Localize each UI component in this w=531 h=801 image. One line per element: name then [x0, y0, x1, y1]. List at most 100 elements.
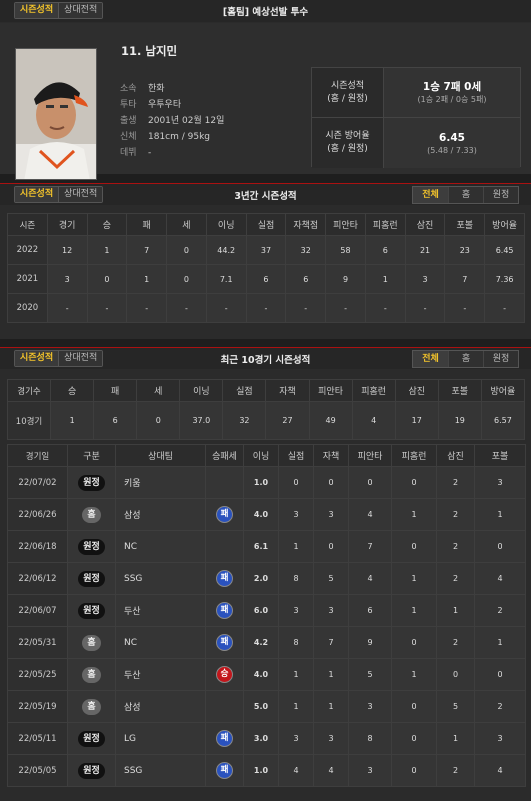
- stat-r: 3: [278, 594, 314, 627]
- stat-bb: 2: [474, 690, 526, 723]
- stat-hr: 1: [391, 658, 437, 691]
- table-cell: 2020: [7, 293, 48, 323]
- opponent-team: NC: [115, 626, 206, 659]
- table-row: 22/06/07 원정 두산 패 6.0 3 3 6 1 1 2: [7, 594, 526, 627]
- decision-cell: [205, 530, 244, 563]
- player-profile: 11. 남지민 소속 한화 투타 우투우타 출생 2001년 02월 12일 신체 18…: [0, 23, 531, 180]
- table-cell: 6: [285, 264, 327, 294]
- column-header: 이닝: [243, 444, 279, 467]
- table-cell: -: [484, 293, 525, 323]
- tab-season-stats[interactable]: 시즌성적: [15, 3, 60, 18]
- season-era-label-line1: 시즌 방어율: [325, 131, 370, 141]
- stat-hr: 1: [391, 594, 437, 627]
- column-header: 방어율: [480, 379, 526, 402]
- table-cell: 1: [364, 264, 406, 294]
- opponent-team: 두산: [115, 658, 206, 691]
- table-cell: -: [126, 293, 168, 323]
- column-header: 자책: [265, 379, 310, 402]
- decision-cell: 패: [205, 626, 244, 659]
- innings: 6.0: [243, 594, 279, 627]
- home-away-badge: 원정: [78, 762, 105, 779]
- season-record-main: 1승 7패 0세: [422, 81, 482, 93]
- table-cell: 32: [285, 235, 327, 265]
- column-header: 세: [136, 379, 181, 402]
- recent-summary-table: 경기수 승 패 세 이닝 실점 자책 피안타 피홈런 삼진 포볼 방어율 10경기 1 6 0 37.0 32 2…: [6, 379, 526, 440]
- season-record-sub: (1승 2패 / 0승 5패): [417, 95, 487, 104]
- opponent-team: 키움: [115, 466, 206, 499]
- recent-filter: 전체 홈 원정: [412, 350, 519, 368]
- game-type-cell: 원정: [67, 562, 116, 595]
- table-cell: 44.2: [205, 235, 247, 265]
- column-header: 방어율: [484, 213, 525, 236]
- table-cell: 2021: [7, 264, 48, 294]
- season-record-value: 1승 7패 0세 (1승 2패 / 0승 5패): [384, 68, 520, 117]
- stat-h: 3: [348, 754, 392, 787]
- recent-games-panel: 시즌성적 상대전적 최근 10경기 시즌성적 전체 홈 원정 경기수 승 패 세 이닝 실…: [0, 347, 531, 801]
- table-cell: 7: [444, 264, 486, 294]
- tab-head-to-head[interactable]: 상대전적: [59, 3, 103, 18]
- filter-home[interactable]: 홈: [448, 351, 483, 367]
- home-away-badge: 원정: [78, 730, 105, 747]
- game-type-cell: 원정: [67, 594, 116, 627]
- game-date: 22/05/11: [7, 722, 68, 755]
- filter-all[interactable]: 전체: [413, 351, 448, 367]
- team-value: 한화: [148, 84, 165, 94]
- column-header: 경기수: [6, 379, 52, 402]
- column-header: 포볼: [474, 444, 526, 467]
- home-away-badge: 원정: [78, 474, 105, 491]
- tab-head-to-head[interactable]: 상대전적: [59, 351, 103, 366]
- season-summary: 시즌성적 (홈 / 원정) 1승 7패 0세 (1승 2패 / 0승 5패) 시…: [311, 67, 521, 168]
- debut-value: -: [148, 148, 152, 158]
- filter-away[interactable]: 원정: [483, 187, 518, 203]
- stat-so: 2: [436, 562, 475, 595]
- innings: 1.0: [243, 754, 279, 787]
- column-header: 실점: [222, 379, 267, 402]
- decision-cell: [205, 690, 244, 723]
- table-cell: 19: [437, 401, 482, 440]
- filter-home[interactable]: 홈: [448, 187, 483, 203]
- stat-er: 3: [313, 594, 349, 627]
- home-away-badge: 원정: [78, 570, 105, 587]
- filter-all[interactable]: 전체: [413, 187, 448, 203]
- stat-so: 0: [436, 658, 475, 691]
- game-date: 22/06/12: [7, 562, 68, 595]
- tab-season-stats[interactable]: 시즌성적: [15, 187, 60, 202]
- table-cell: 37: [245, 235, 287, 265]
- decision-badge: 패: [216, 506, 233, 523]
- stat-bb: 0: [474, 530, 526, 563]
- tab-season-stats[interactable]: 시즌성적: [15, 351, 60, 366]
- home-away-badge: 원정: [78, 538, 105, 555]
- decision-badge: 패: [216, 570, 233, 587]
- table-cell: 0: [136, 401, 181, 440]
- table-row: 22/06/18 원정 NC 6.1 1 0 7 0 2 0: [7, 530, 526, 563]
- stat-h: 5: [348, 658, 392, 691]
- table-cell: 37.0: [179, 401, 224, 440]
- tab-head-to-head[interactable]: 상대전적: [59, 187, 103, 202]
- table-cell: 1: [86, 235, 128, 265]
- stat-er: 7: [313, 626, 349, 659]
- table-row: 22/07/02 원정 키움 1.0 0 0 0 0 2 3: [7, 466, 526, 499]
- table-cell: 6: [364, 235, 406, 265]
- opponent-team: SSG: [115, 754, 206, 787]
- body-value: 181cm / 95kg: [148, 132, 211, 142]
- stat-so: 5: [436, 690, 475, 723]
- filter-away[interactable]: 원정: [483, 351, 518, 367]
- decision-badge: 패: [216, 730, 233, 747]
- player-name: 11. 남지민: [121, 44, 178, 58]
- column-header: 실점: [278, 444, 314, 467]
- stat-so: 1: [436, 722, 475, 755]
- debut-label: 데뷔: [120, 148, 137, 158]
- home-away-badge: 홈: [82, 506, 101, 523]
- stat-so: 2: [436, 498, 475, 531]
- stat-hr: 0: [391, 690, 437, 723]
- decision-cell: 패: [205, 754, 244, 787]
- table-cell: 6: [93, 401, 138, 440]
- decision-badge: 패: [216, 634, 233, 651]
- table-cell: 0: [166, 264, 207, 294]
- table-row: 22/05/19 홈 삼성 5.0 1 1 3 0 5 2: [7, 690, 526, 723]
- table-cell: 7: [126, 235, 168, 265]
- table-cell: 3: [404, 264, 446, 294]
- innings: 4.0: [243, 658, 279, 691]
- stat-h: 9: [348, 626, 392, 659]
- stat-er: 5: [313, 562, 349, 595]
